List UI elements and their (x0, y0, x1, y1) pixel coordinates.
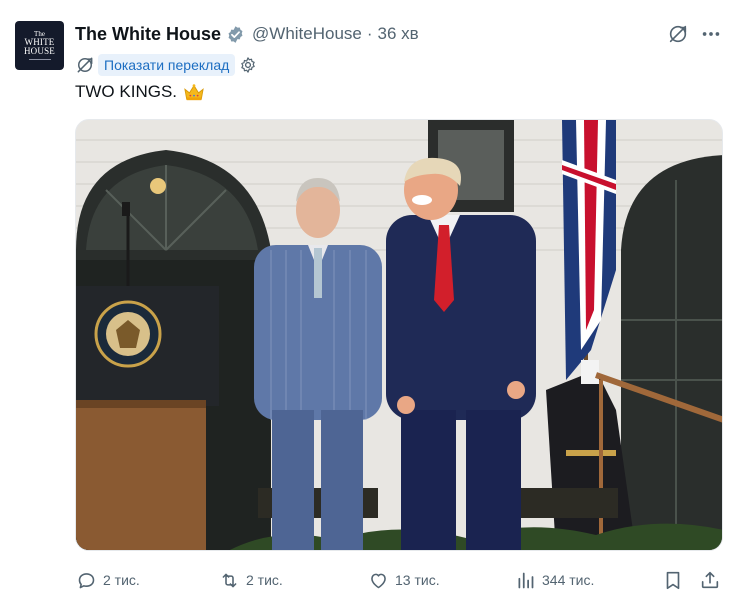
tweet-text: TWO KINGS. (75, 82, 177, 101)
bookmark-icon[interactable] (662, 569, 684, 591)
tweet-card[interactable]: The WHITE HOUSE The White House @WhiteHo… (0, 0, 738, 601)
tweet-header: The White House @WhiteHouse · 36 хв (75, 22, 419, 46)
tweet-photo[interactable] (75, 119, 723, 551)
repost-count: 2 тис. (246, 572, 283, 588)
translate-icon[interactable] (667, 23, 689, 45)
tweet-time[interactable]: 36 хв (378, 24, 419, 44)
show-translation-button[interactable]: Показати переклад (98, 54, 236, 76)
translate-row: Показати переклад (75, 53, 257, 77)
translate-small-icon (77, 57, 93, 73)
views-icon (518, 572, 534, 588)
like-button[interactable]: 13 тис. (368, 566, 440, 594)
more-icon[interactable] (700, 23, 722, 45)
reply-count: 2 тис. (103, 572, 140, 588)
crown-emoji-icon (184, 84, 204, 101)
repost-icon (222, 573, 237, 587)
avatar-text-house: HOUSE (23, 46, 55, 56)
heart-icon (371, 573, 386, 588)
views-button[interactable]: 344 тис. (515, 566, 594, 594)
like-count: 13 тис. (395, 572, 440, 588)
author-name[interactable]: The White House (75, 24, 221, 45)
avatar-divider (28, 59, 51, 60)
reply-button[interactable]: 2 тис. (76, 566, 140, 594)
tweet-text-row: TWO KINGS. (75, 82, 205, 102)
gear-icon[interactable] (239, 56, 257, 74)
reply-icon (78, 572, 95, 588)
author-handle[interactable]: @WhiteHouse (252, 24, 362, 44)
views-count: 344 тис. (542, 572, 595, 588)
repost-button[interactable]: 2 тис. (219, 566, 283, 594)
separator-dot: · (366, 24, 373, 43)
share-icon[interactable] (699, 569, 721, 591)
photo-scene (76, 120, 722, 550)
avatar[interactable]: The WHITE HOUSE (15, 21, 64, 70)
verified-badge-icon (228, 25, 243, 43)
action-bar: 2 тис. 2 тис. 13 тис. 344 тис. (0, 566, 738, 594)
